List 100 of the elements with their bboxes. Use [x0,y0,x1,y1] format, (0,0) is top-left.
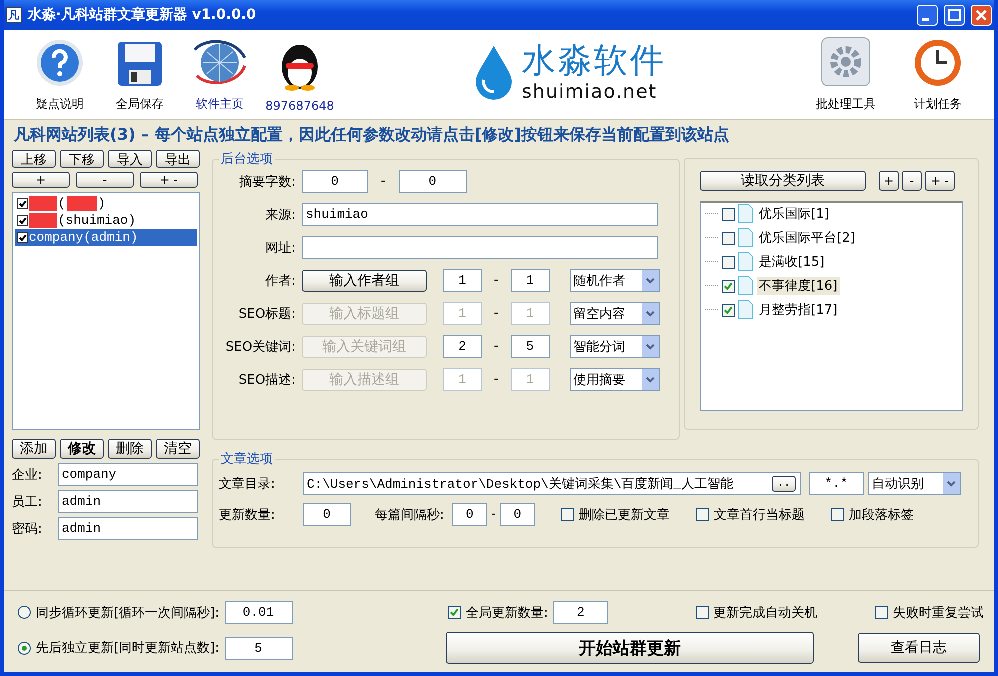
category-item[interactable]: 优乐国际[1] [757,205,832,223]
toolbar-link[interactable]: 897687648 [266,99,334,113]
checkbox[interactable] [722,304,735,316]
document-icon [738,204,754,224]
category-item[interactable]: 不事律度[16] [757,277,840,295]
checkbox[interactable] [448,606,461,619]
option-label[interactable]: 先后独立更新[同时更新站点数]: [36,639,220,657]
field-label: 网址: [264,240,296,256]
list-button[interactable]: 上移 [12,150,56,168]
site-action-button[interactable]: 添加 [12,439,56,459]
tree-line-icon [705,213,719,215]
maximize-button[interactable] [944,4,965,26]
document-icon [738,300,754,320]
help-icon [35,38,85,88]
water-drop-logo-icon [474,44,514,100]
option-label[interactable]: 加段落标签 [849,506,914,524]
range-dash: - [494,339,499,354]
browse-button[interactable]: .. [772,476,796,492]
pattern-field[interactable]: *.* [809,472,864,495]
site-action-button[interactable]: 删除 [108,439,152,459]
field-label: 来源: [264,206,296,224]
number-field[interactable]: 0 [303,503,351,526]
option-label[interactable]: 失败时重复尝试 [892,604,984,622]
redaction [66,196,97,211]
list-button[interactable]: 导入 [108,150,152,168]
field-label: 密码: [12,520,44,538]
close-button[interactable] [971,4,992,26]
site-action-button[interactable]: 修改 [60,439,104,459]
toolbar-label[interactable]: 全局保存 [116,96,164,113]
site-action-button[interactable]: 清空 [156,439,200,459]
checkbox[interactable] [722,280,735,292]
text-field[interactable]: company [58,463,198,486]
site-item[interactable]: company(admin) [15,229,197,246]
category-button[interactable]: - [902,171,922,191]
site-item[interactable]: (shuimiao) [15,212,197,229]
gear-icon [820,36,872,88]
text-field[interactable]: admin [58,490,198,513]
checkbox[interactable] [17,232,28,243]
checkbox[interactable] [874,606,888,619]
list-button[interactable]: + [12,172,70,188]
number-field[interactable]: 0 [398,170,467,193]
minimize-button[interactable] [917,4,938,26]
dropdown[interactable]: 随机作者 [570,269,660,292]
number-field[interactable]: 2 [553,601,608,624]
range-dash: - [491,507,496,522]
checkbox[interactable] [17,215,28,226]
field-label: 文章目录: [219,476,276,492]
checkbox[interactable] [722,256,735,268]
category-item[interactable]: 月整劳指[17] [757,301,840,319]
checkbox[interactable] [561,508,574,521]
text-field[interactable]: shuimiao [302,203,658,226]
number-field[interactable]: 0 [500,503,536,526]
toolbar-label[interactable]: 计划任务 [914,96,962,113]
list-button[interactable]: 导出 [156,150,200,168]
option-label[interactable]: 更新完成自动关机 [714,604,818,622]
start-update-button[interactable]: 开始站群更新 [446,632,814,664]
toolbar-link[interactable]: 软件主页 [196,96,244,113]
text-field[interactable] [302,236,658,259]
number-field[interactable]: 0 [452,503,488,526]
list-button[interactable]: + - [140,172,198,188]
checkbox[interactable] [831,508,844,521]
view-log-button[interactable]: 查看日志 [858,633,980,663]
option-label[interactable]: 文章首行当标题 [714,506,806,524]
category-button[interactable]: + [879,171,899,191]
number-field[interactable]: 5 [224,636,293,660]
radio-button[interactable] [18,642,31,654]
site-label: (shuimiao) [58,213,136,228]
category-item[interactable]: 优乐国际平台[2] [757,229,858,247]
checkbox[interactable] [722,232,735,244]
group-title: 文章选项 [220,451,274,468]
option-label[interactable]: 删除已更新文章 [579,506,670,524]
toolbar-label[interactable]: 批处理工具 [816,96,876,113]
option-label[interactable]: 同步循环更新[循环一次间隔秒]: [36,604,220,622]
toolbar-label[interactable]: 疑点说明 [36,96,84,113]
number-field[interactable]: 1 [510,269,550,292]
checkbox[interactable] [722,208,735,220]
field-label: 作者: [264,272,296,290]
checkbox[interactable] [696,606,709,619]
number-field[interactable]: 0.01 [224,601,293,624]
field-label: 企业: [12,466,44,484]
document-icon [738,252,754,272]
app-icon: 凡 [6,7,22,23]
list-button[interactable]: 下移 [60,150,104,168]
site-item[interactable]: ( ) [15,195,197,212]
number-field[interactable]: 1 [443,269,482,292]
checkbox[interactable] [17,198,28,209]
option-label[interactable]: 全局更新数量: [466,604,548,622]
read-category-button[interactable]: 读取分类列表 [700,171,866,191]
checkbox[interactable] [696,508,710,521]
group-input-button[interactable]: 输入作者组 [302,270,427,292]
text-field[interactable]: admin [58,517,198,540]
radio-button[interactable] [18,606,31,619]
range-dash: - [381,174,386,189]
number-field[interactable]: 0 [302,170,368,193]
dropdown[interactable]: 自动识别 [868,472,961,495]
group-title: 后台选项 [220,151,274,168]
directory-field[interactable]: C:\Users\Administrator\Desktop\关键词采集\百度新闻_人工智能 .. [303,472,801,495]
list-button[interactable]: - [76,172,134,188]
category-button[interactable]: + - [925,171,955,191]
category-item[interactable]: 是满收[15] [757,253,827,271]
